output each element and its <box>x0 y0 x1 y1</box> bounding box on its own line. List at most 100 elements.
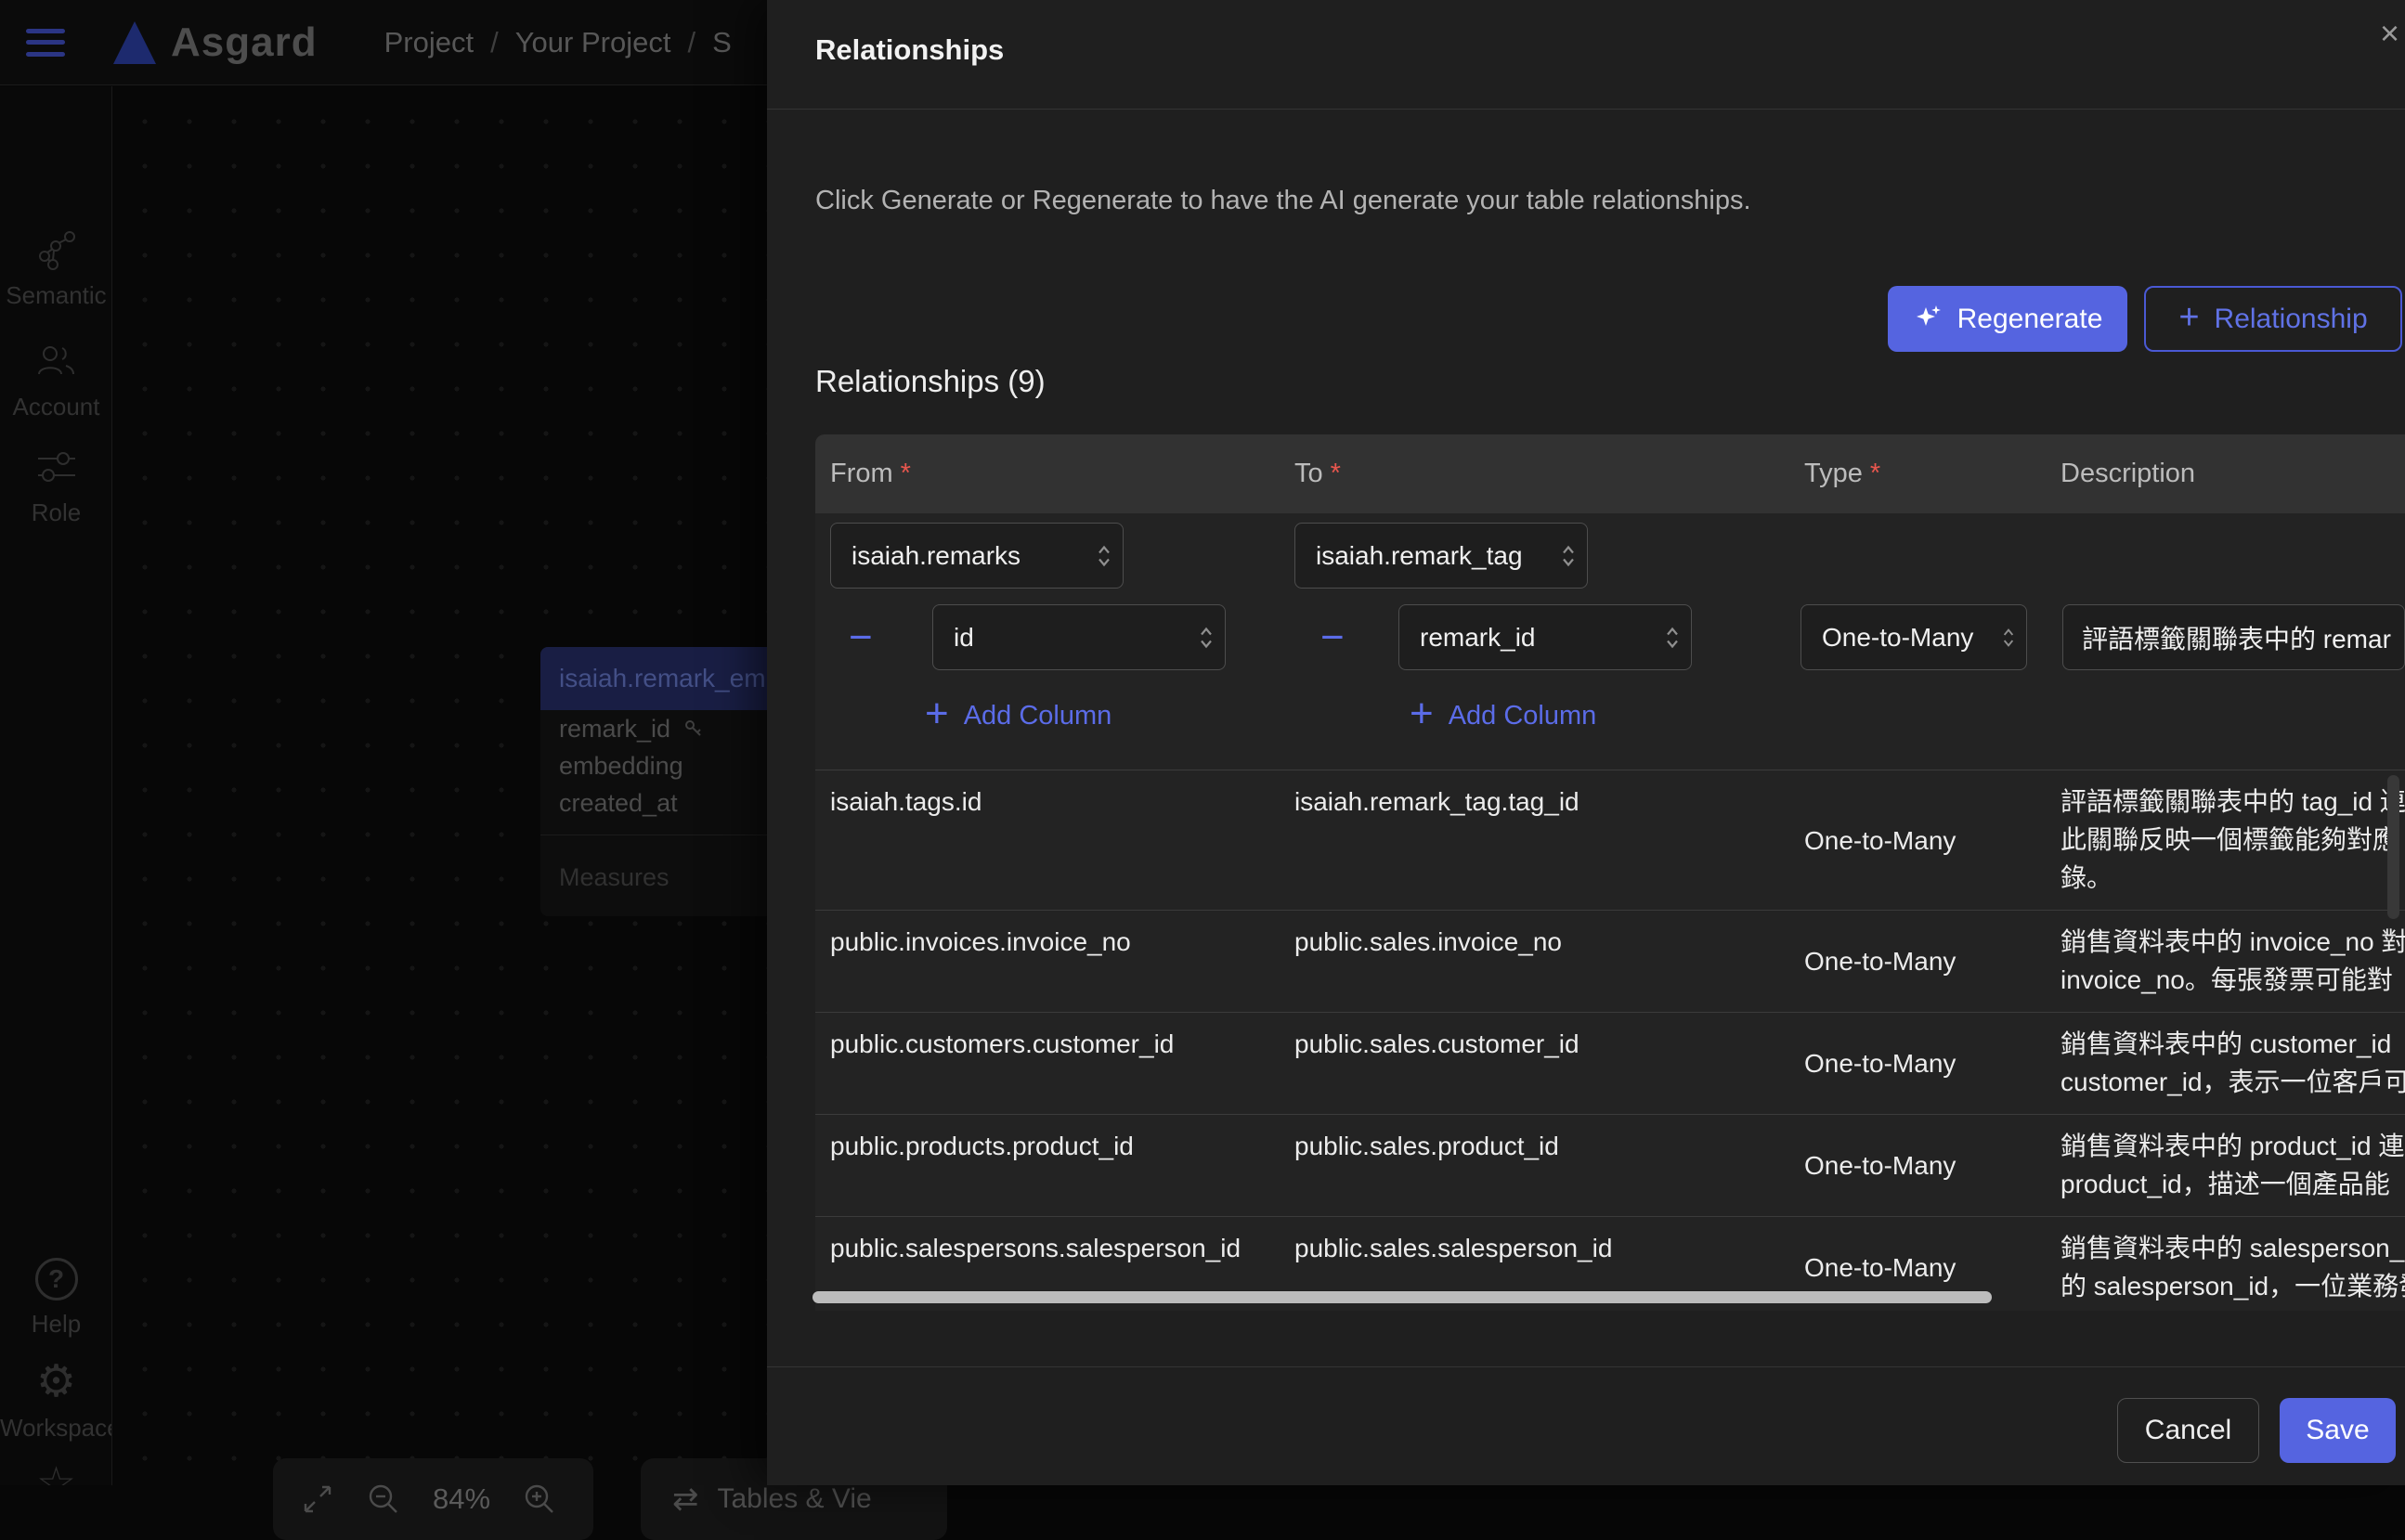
relationship-to: public.sales.customer_id <box>1280 1013 1789 1114</box>
plus-icon: + <box>1410 693 1434 734</box>
plus-icon: + <box>925 693 949 734</box>
relationship-description: 銷售資料表中的 product_id 連product_id，描述一個產品能 <box>2046 1115 2405 1216</box>
required-asterisk: * <box>1331 459 1341 488</box>
swap-icon: ⇄ <box>672 1481 699 1518</box>
brand-title: Asgard <box>171 19 318 66</box>
zoom-out-icon[interactable] <box>366 1482 401 1517</box>
sidebar-item-label: Help <box>0 1310 112 1339</box>
relationship-description: 銷售資料表中的 invoice_no 對invoice_no。每張發票可能對 <box>2046 911 2405 1012</box>
sidebar-item-account[interactable]: Account <box>0 339 112 421</box>
left-sidebar: Semantic Account Role ? Help ⚙ Workspace… <box>0 86 112 1485</box>
relationship-to: public.sales.product_id <box>1280 1115 1789 1216</box>
add-column-label: Add Column <box>1449 701 1597 731</box>
modal-intro-text: Click Generate or Regenerate to have the… <box>815 186 1751 216</box>
zoom-in-icon[interactable] <box>522 1482 557 1517</box>
relationship-type: One-to-Many <box>1789 770 2046 910</box>
breadcrumb-your-project[interactable]: Your Project <box>515 26 671 59</box>
key-icon <box>683 718 704 739</box>
column-header-from: From* <box>815 459 1280 489</box>
sparkle-icon <box>1913 304 1944 335</box>
from-column-select[interactable]: id <box>932 604 1226 670</box>
relationship-description: 評語標籤關聯表中的 tag_id 連此關聯反映一個標籤能夠對應錄。 <box>2046 770 2405 910</box>
zoom-level: 84% <box>433 1482 490 1516</box>
relationships-table: From* To* Type* Description isaiah.remar… <box>815 434 2405 1311</box>
relationship-from: public.invoices.invoice_no <box>815 911 1280 1012</box>
modal-title: Relationships <box>815 33 1004 67</box>
chevron-up-down-icon <box>1199 625 1214 650</box>
required-asterisk: * <box>901 459 911 488</box>
breadcrumb-separator: / <box>687 26 696 59</box>
relationship-type: One-to-Many <box>1789 1013 2046 1114</box>
modal-footer: Cancel Save <box>767 1366 2405 1485</box>
close-icon[interactable]: × <box>2380 17 2399 50</box>
relationship-rows: isaiah.tags.id isaiah.remark_tag.tag_id … <box>815 770 2405 1311</box>
remove-from-column-button[interactable]: − <box>849 617 873 658</box>
sidebar-item-workspace[interactable]: ⚙ Workspace <box>0 1360 112 1443</box>
sidebar-item-label: Semantic <box>0 281 112 310</box>
to-column-select[interactable]: remark_id <box>1398 604 1692 670</box>
breadcrumb: Project / Your Project / S <box>384 26 732 59</box>
column-header-description: Description <box>2046 459 2405 489</box>
sidebar-item-help[interactable]: ? Help <box>0 1258 112 1339</box>
chevron-up-down-icon <box>1561 543 1576 568</box>
relationship-row: public.customers.customer_id public.sale… <box>815 1012 2405 1114</box>
semantic-graph-icon <box>0 227 112 272</box>
description-input[interactable]: 評語標籤關聯表中的 remar <box>2062 604 2405 670</box>
sidebar-item-label: Account <box>0 393 112 421</box>
relationship-type: One-to-Many <box>1789 1115 2046 1216</box>
relationship-from: public.customers.customer_id <box>815 1013 1280 1114</box>
horizontal-scrollbar[interactable] <box>812 1291 1992 1303</box>
plus-icon: + <box>2178 300 2199 335</box>
to-table-select[interactable]: isaiah.remark_tag <box>1294 523 1588 589</box>
relationship-type: One-to-Many <box>1789 911 2046 1012</box>
cancel-button[interactable]: Cancel <box>2117 1398 2259 1463</box>
from-table-select[interactable]: isaiah.remarks <box>830 523 1124 589</box>
add-column-label: Add Column <box>964 701 1112 731</box>
breadcrumb-project[interactable]: Project <box>384 26 474 59</box>
field-name: embedding <box>559 752 683 781</box>
add-from-column-button[interactable]: + Add Column <box>925 697 1112 734</box>
relationship-row: isaiah.tags.id isaiah.remark_tag.tag_id … <box>815 770 2405 910</box>
sidebar-item-label: Role <box>0 498 112 527</box>
hamburger-menu-icon[interactable] <box>26 29 65 57</box>
help-icon: ? <box>35 1258 78 1301</box>
chevron-up-down-icon <box>1665 625 1680 650</box>
sidebar-item-semantic[interactable]: Semantic <box>0 227 112 310</box>
sidebar-item-label: Workspace <box>0 1414 112 1443</box>
regenerate-label: Regenerate <box>1957 304 2103 335</box>
workspace-gear-icon: ⚙ <box>0 1360 112 1404</box>
upgrade-star-icon: ☆ <box>0 1462 112 1485</box>
regenerate-button[interactable]: Regenerate <box>1888 286 2127 352</box>
breadcrumb-current[interactable]: S <box>712 26 732 59</box>
sidebar-item-role[interactable]: Role <box>0 445 112 527</box>
relationship-type-select[interactable]: One-to-Many <box>1800 604 2027 670</box>
modal-header: Relationships × <box>767 0 2405 110</box>
relationship-description: 銷售資料表中的 salesperson_的 salesperson_id，一位業… <box>2046 1217 2405 1311</box>
role-sliders-icon <box>0 445 112 489</box>
tables-views-label: Tables & Vie <box>718 1483 872 1515</box>
relationship-row: public.invoices.invoice_no public.sales.… <box>815 910 2405 1012</box>
relationship-from: public.products.product_id <box>815 1115 1280 1216</box>
relationship-to: isaiah.remark_tag.tag_id <box>1280 770 1789 910</box>
field-name: remark_id <box>559 715 670 744</box>
chevron-up-down-icon <box>1097 543 1112 568</box>
column-header-type: Type* <box>1789 459 2046 489</box>
field-name: created_at <box>559 789 678 818</box>
add-relationship-label: Relationship <box>2215 304 2368 335</box>
asgard-logo-icon <box>113 21 156 64</box>
save-button[interactable]: Save <box>2280 1398 2396 1463</box>
vertical-scrollbar[interactable] <box>2387 775 2399 919</box>
relationship-to: public.sales.invoice_no <box>1280 911 1789 1012</box>
remove-to-column-button[interactable]: − <box>1320 617 1345 658</box>
relationships-modal: Relationships × Click Generate or Regene… <box>767 0 2405 1485</box>
breadcrumb-separator: / <box>490 26 499 59</box>
required-asterisk: * <box>1870 459 1880 488</box>
chevron-up-down-icon <box>2002 626 2015 649</box>
column-header-to: To* <box>1280 459 1789 489</box>
account-users-icon <box>0 339 112 383</box>
fit-view-icon[interactable] <box>301 1482 334 1516</box>
add-relationship-button[interactable]: + Relationship <box>2144 286 2402 352</box>
sidebar-item-upgrade[interactable]: ☆ Upgrade <box>0 1462 112 1485</box>
add-to-column-button[interactable]: + Add Column <box>1410 697 1596 734</box>
relationship-from: isaiah.tags.id <box>815 770 1280 910</box>
